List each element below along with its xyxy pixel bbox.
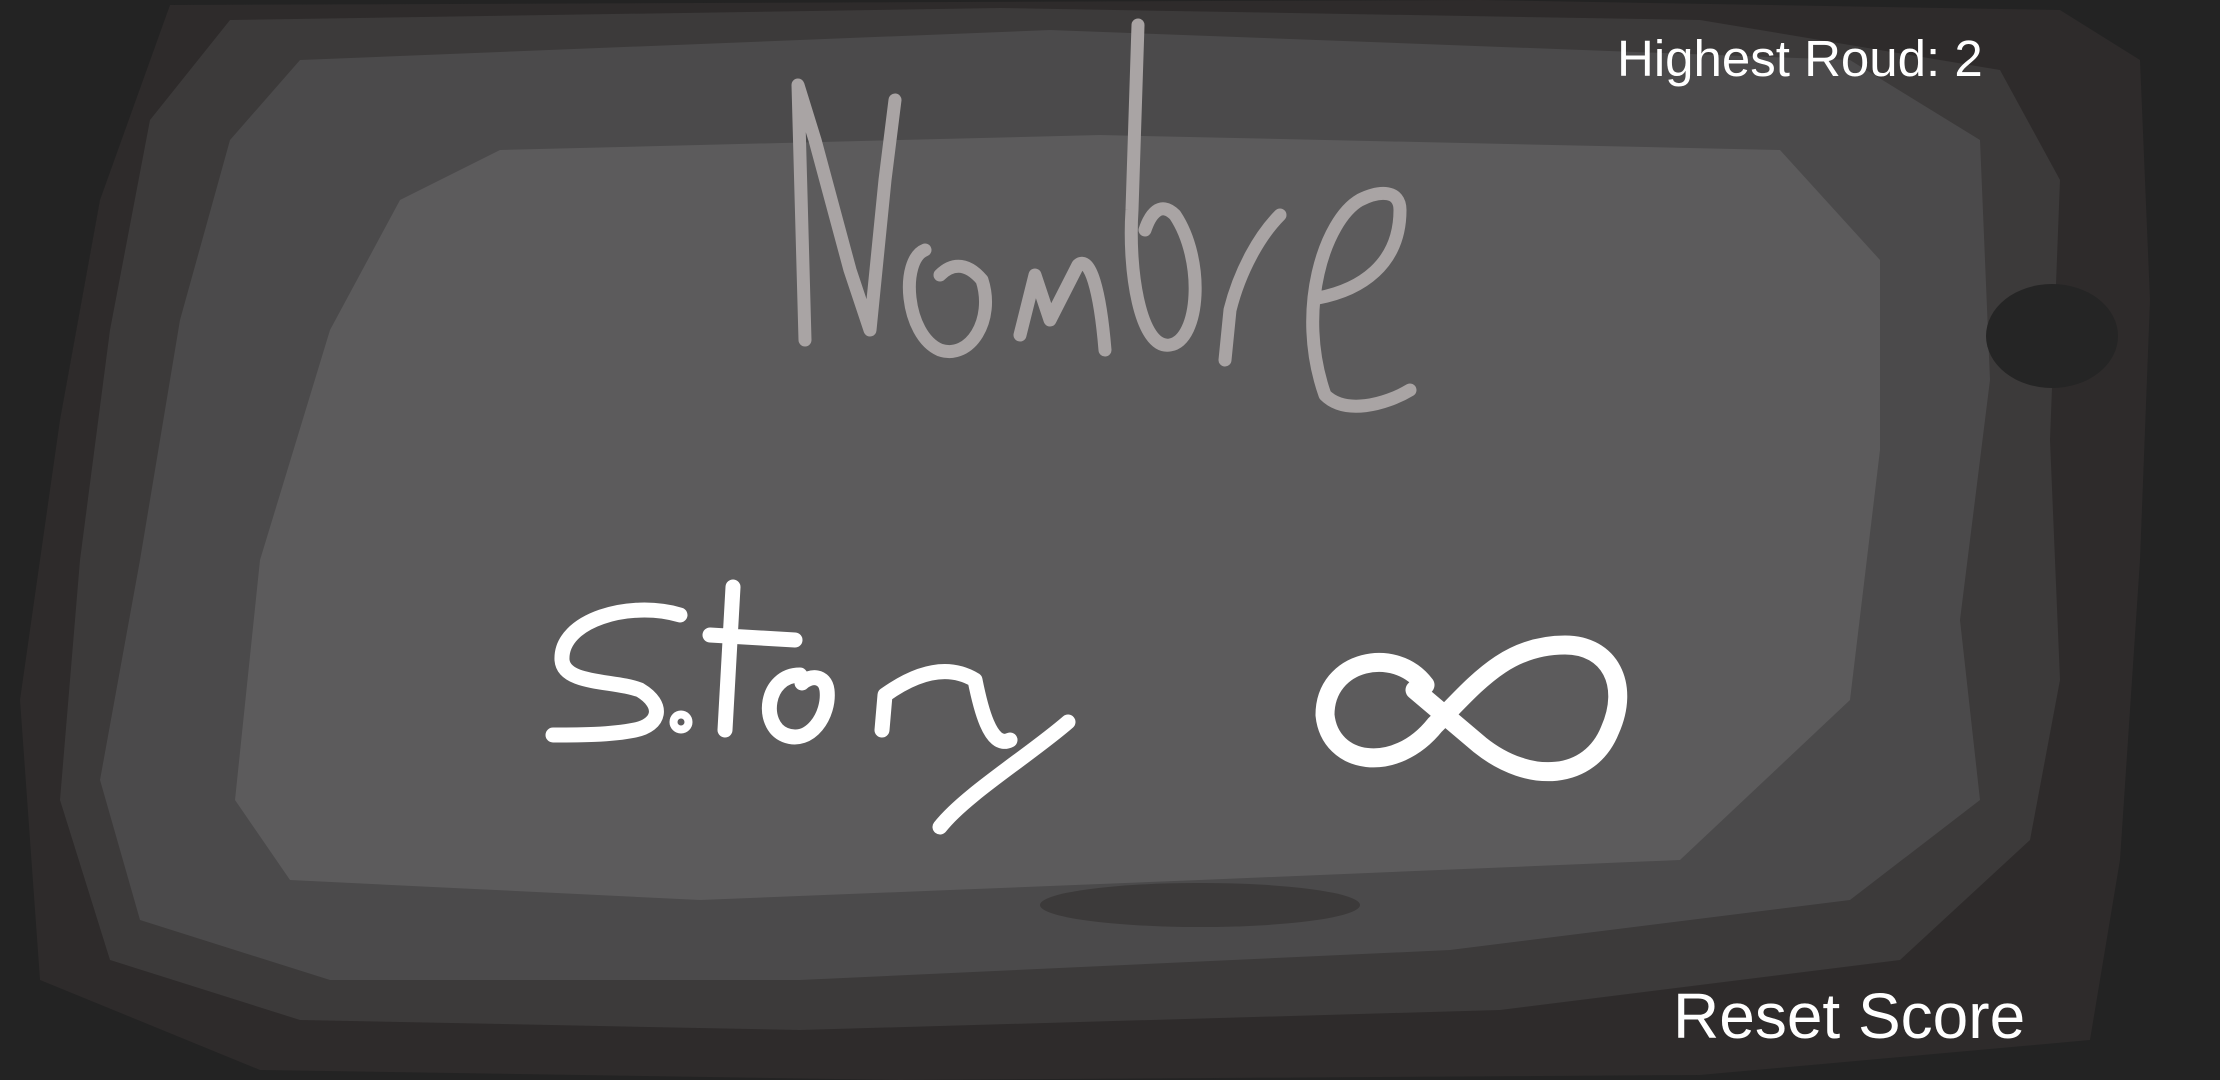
highest-round-label: Highest Roud: 2 xyxy=(1617,30,1983,87)
story-mode-handwriting xyxy=(545,579,1076,835)
game-title-handwriting xyxy=(791,18,1417,413)
panel-hole xyxy=(1986,284,2118,388)
game-title: Nombre xyxy=(760,10,1500,440)
story-mode-button[interactable]: S.tory xyxy=(520,565,1080,850)
reset-score-button[interactable]: Reset Score xyxy=(1673,978,2025,1054)
infinity-icon xyxy=(1315,635,1628,782)
infinite-mode-button[interactable]: ∞ xyxy=(1300,605,1640,805)
game-main-menu: Nombre Highest Roud: 2 S.tory xyxy=(0,0,2220,1080)
panel-shadow xyxy=(1040,883,1360,927)
